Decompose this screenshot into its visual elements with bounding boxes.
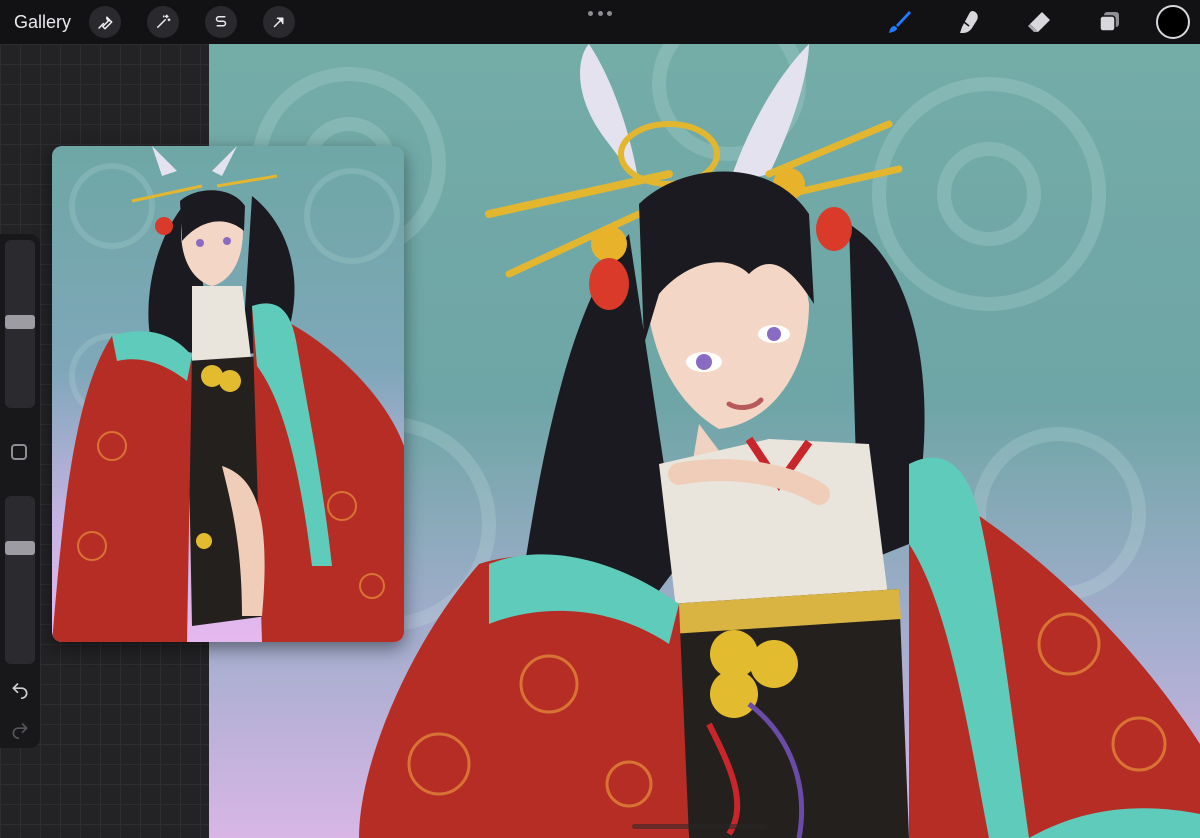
undo-button[interactable] <box>9 678 31 700</box>
brush-size-thumb[interactable] <box>5 315 35 329</box>
layers-icon <box>1099 12 1119 32</box>
square-modify-icon[interactable] <box>11 444 27 460</box>
smudge-tool-button[interactable] <box>952 5 986 39</box>
selection-s-icon <box>215 16 227 27</box>
arrow-cursor-icon <box>273 17 284 28</box>
reference-window[interactable] <box>52 146 404 642</box>
actions-button[interactable] <box>89 6 122 38</box>
magic-wand-icon <box>157 14 171 28</box>
workspace <box>0 44 1200 838</box>
reference-image <box>52 146 404 642</box>
gallery-button[interactable]: Gallery <box>14 12 71 33</box>
painting-tools <box>846 0 1190 44</box>
procreate-app: Gallery <box>0 0 1200 838</box>
color-picker-button[interactable] <box>1156 5 1190 39</box>
opacity-thumb[interactable] <box>5 541 35 555</box>
layers-button[interactable] <box>1092 5 1126 39</box>
dot <box>607 10 612 16</box>
redo-button[interactable] <box>9 718 31 740</box>
brush-size-slider[interactable] <box>5 240 35 408</box>
home-indicator[interactable] <box>632 824 768 829</box>
undo-arrow-icon <box>12 683 28 699</box>
left-sidebar <box>0 234 40 748</box>
brush-tool-button[interactable] <box>882 5 916 39</box>
dot <box>588 10 593 16</box>
selection-button[interactable] <box>205 6 238 38</box>
eraser-icon <box>1028 12 1050 32</box>
opacity-slider[interactable] <box>5 496 35 664</box>
redo-arrow-icon <box>12 723 28 739</box>
dot <box>597 10 603 16</box>
top-toolbar: Gallery <box>0 0 1200 44</box>
ellipsis-icon[interactable] <box>588 8 612 18</box>
smudge-finger-icon <box>960 11 978 33</box>
eraser-tool-button[interactable] <box>1022 5 1056 39</box>
wrench-icon <box>98 16 113 30</box>
transform-button[interactable] <box>263 6 296 38</box>
adjustments-button[interactable] <box>147 6 180 38</box>
brush-icon <box>889 11 911 33</box>
